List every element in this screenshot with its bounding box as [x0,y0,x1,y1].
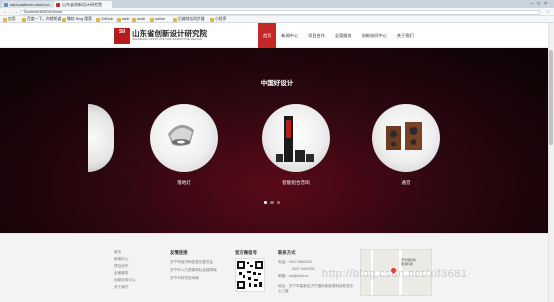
friend-link[interactable]: 济宁市经济和信息化委员会 [170,260,213,265]
folder-icon [132,18,136,22]
browser-tab-2[interactable]: 山东省创新设计研究院 [54,1,112,8]
bookmark-star-icon[interactable]: ☆ [546,9,550,15]
tab-favicon-icon [4,2,8,7]
friend-links-title: 友情连接 [170,250,188,255]
folder-icon [117,18,121,22]
window-controls[interactable]: –□× [530,1,551,7]
contact-phone: 电话：0537-5662353 [278,260,312,264]
wechat-qr-code [235,258,265,292]
carousel-dot[interactable] [276,201,281,205]
friend-link[interactable]: 济宁市科学技术局 [170,276,199,281]
product-caption: 智能组合音响 [282,180,310,185]
tab-title: 山东省创新设计研究院 [62,2,102,7]
contact-phone-2: 0537-5662352 [292,267,316,271]
product-smart-speaker[interactable] [262,104,330,172]
floor-lamp-image [168,124,194,146]
menu-item-about[interactable]: 关于我们 [392,23,419,48]
menu-item-home[interactable]: 首页 [258,23,277,48]
bookmark-item[interactable]: 微软 Bing 搜索 [62,17,92,22]
site-logo-mark[interactable]: SII [114,28,130,44]
folder-icon [62,18,66,22]
carousel-dot[interactable] [264,201,268,205]
watermark-text: http://blog.csdn.net/xif3681 [322,268,468,280]
folder-icon [22,18,26,22]
bookmark-item[interactable]: work [132,17,145,22]
bookmark-item[interactable]: GitHub [96,17,113,22]
bookmark-item[interactable]: 应用 [3,17,16,22]
wechat-title: 官方微信号 [235,250,257,255]
folder-icon [173,18,177,22]
footer-nav-link[interactable]: 项目合作 [114,264,128,269]
bookmark-item[interactable]: online [150,17,165,22]
bookmark-item[interactable]: 后端地址同步器 [173,17,205,22]
footer-nav-link[interactable]: 首页 [114,250,121,255]
address-bar-row: ← → ↻ localhost:8080/#/home ☆ [0,8,554,16]
bookmark-item[interactable]: 百度一下，你就知道 [22,17,61,22]
product-caption: 落地灯 [177,180,191,185]
browser-tab-strip: sdut.platform.cabid.co... 山东省创新设计研究院 –□× [0,0,554,8]
hero-title: 中国好设计 [260,80,294,87]
footer-nav-link[interactable]: 全案服务 [114,271,128,276]
main-menu: 首页 新闻中心 项目合作 全案服务 创新协同中心 关于我们 [258,23,419,48]
folder-icon [210,18,214,22]
friend-link[interactable]: 济宁市人力资源和社会保障局 [170,268,217,273]
menu-item-services[interactable]: 全案服务 [330,23,357,48]
product-speakers[interactable] [372,104,440,172]
menu-item-news[interactable]: 新闻中心 [276,23,303,48]
tab-favicon-icon [56,2,60,7]
qr-code-icon [237,261,263,289]
speaker-set-image [276,116,314,162]
address-input[interactable]: localhost:8080/#/home [20,9,540,15]
footer-nav-link[interactable]: 新闻中心 [114,257,128,262]
contact-email: 邮箱：sid@sdid.cn [278,274,309,278]
browser-tab-1[interactable]: sdut.platform.cabid.co... [2,1,54,8]
tab-title: sdut.platform.cabid.co... [10,2,53,7]
folder-icon [150,18,154,22]
product-floor-lamp[interactable] [150,104,218,172]
bookmarks-bar: 应用 百度一下，你就知道 微软 Bing 搜索 GitHub web work … [0,16,554,23]
carousel-dots [264,201,281,205]
folder-icon [96,18,100,22]
contact-address: 地址：济宁市高新区济宁国际新能源科技研发中心三楼 [278,284,354,293]
product-caption: 通音 [401,180,411,185]
carousel-dot[interactable] [270,201,274,205]
scrollbar-thumb[interactable] [549,50,553,145]
bookshelf-speakers-image [386,122,422,150]
footer-nav-link[interactable]: 关于我们 [114,285,128,290]
menu-item-innovation-center[interactable]: 创新协同中心 [357,23,392,48]
bookmark-item[interactable]: web [117,17,129,22]
footer-nav-link[interactable]: 创新协同中心 [114,278,136,283]
apps-icon [3,18,7,22]
bookmark-item[interactable]: 小程序 [210,17,226,22]
menu-item-projects[interactable]: 项目合作 [303,23,330,48]
site-logo-subtitle: SHANDONG INSTITUTE FOR INNOVATIVE DESIGN [132,38,203,41]
contact-title: 联系方式 [278,250,296,255]
